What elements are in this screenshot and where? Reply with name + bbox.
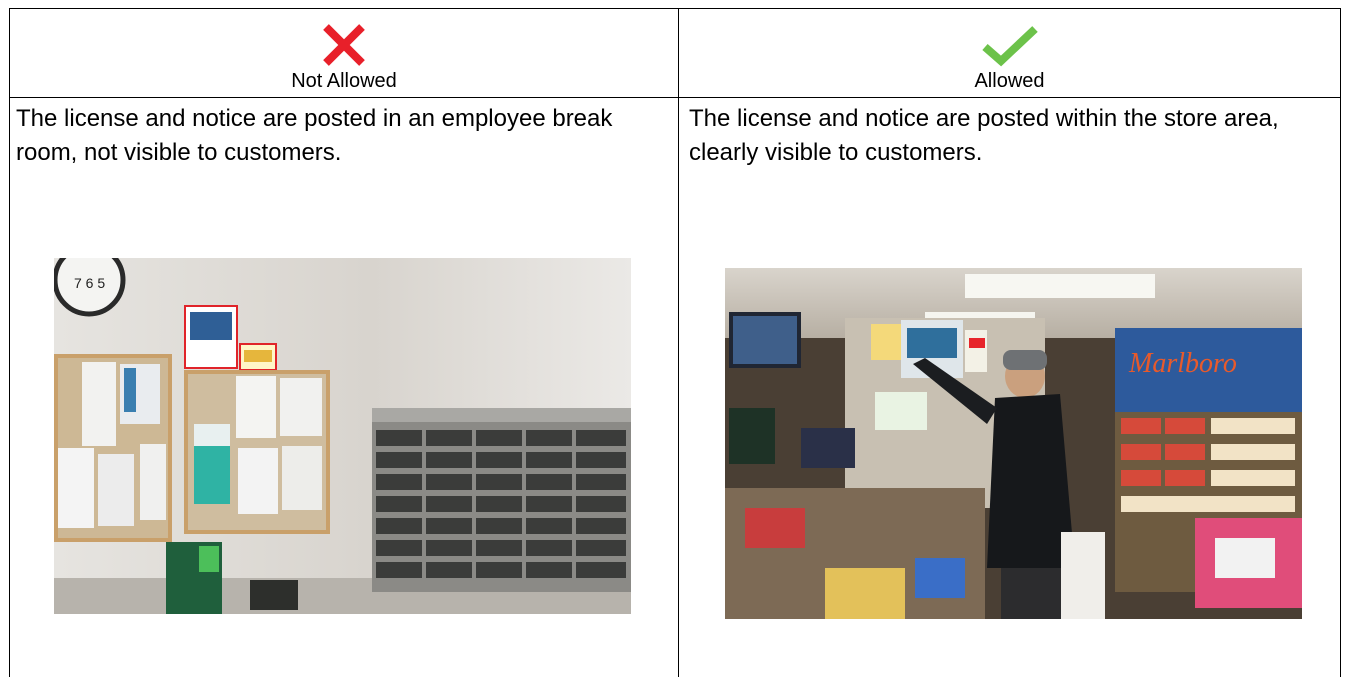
not-allowed-label: Not Allowed: [291, 70, 397, 92]
column-divider: [678, 8, 679, 677]
allowed-label: Allowed: [974, 70, 1045, 92]
svg-text:Marlboro: Marlboro: [1128, 348, 1237, 379]
employee-break-room-photo: 7 6 5: [54, 258, 631, 614]
allowed-header: Allowed: [679, 9, 1340, 97]
store-counter-photo: Marlboro: [725, 268, 1302, 619]
not-allowed-header: Not Allowed: [10, 9, 678, 97]
header-divider: [9, 97, 1341, 98]
check-mark-icon: [981, 23, 1039, 67]
allowed-description: The license and notice are posted within…: [689, 105, 1279, 166]
x-mark-icon: [322, 23, 366, 67]
svg-text:7 6 5: 7 6 5: [74, 275, 105, 291]
not-allowed-description: The license and notice are posted in an …: [16, 105, 613, 166]
